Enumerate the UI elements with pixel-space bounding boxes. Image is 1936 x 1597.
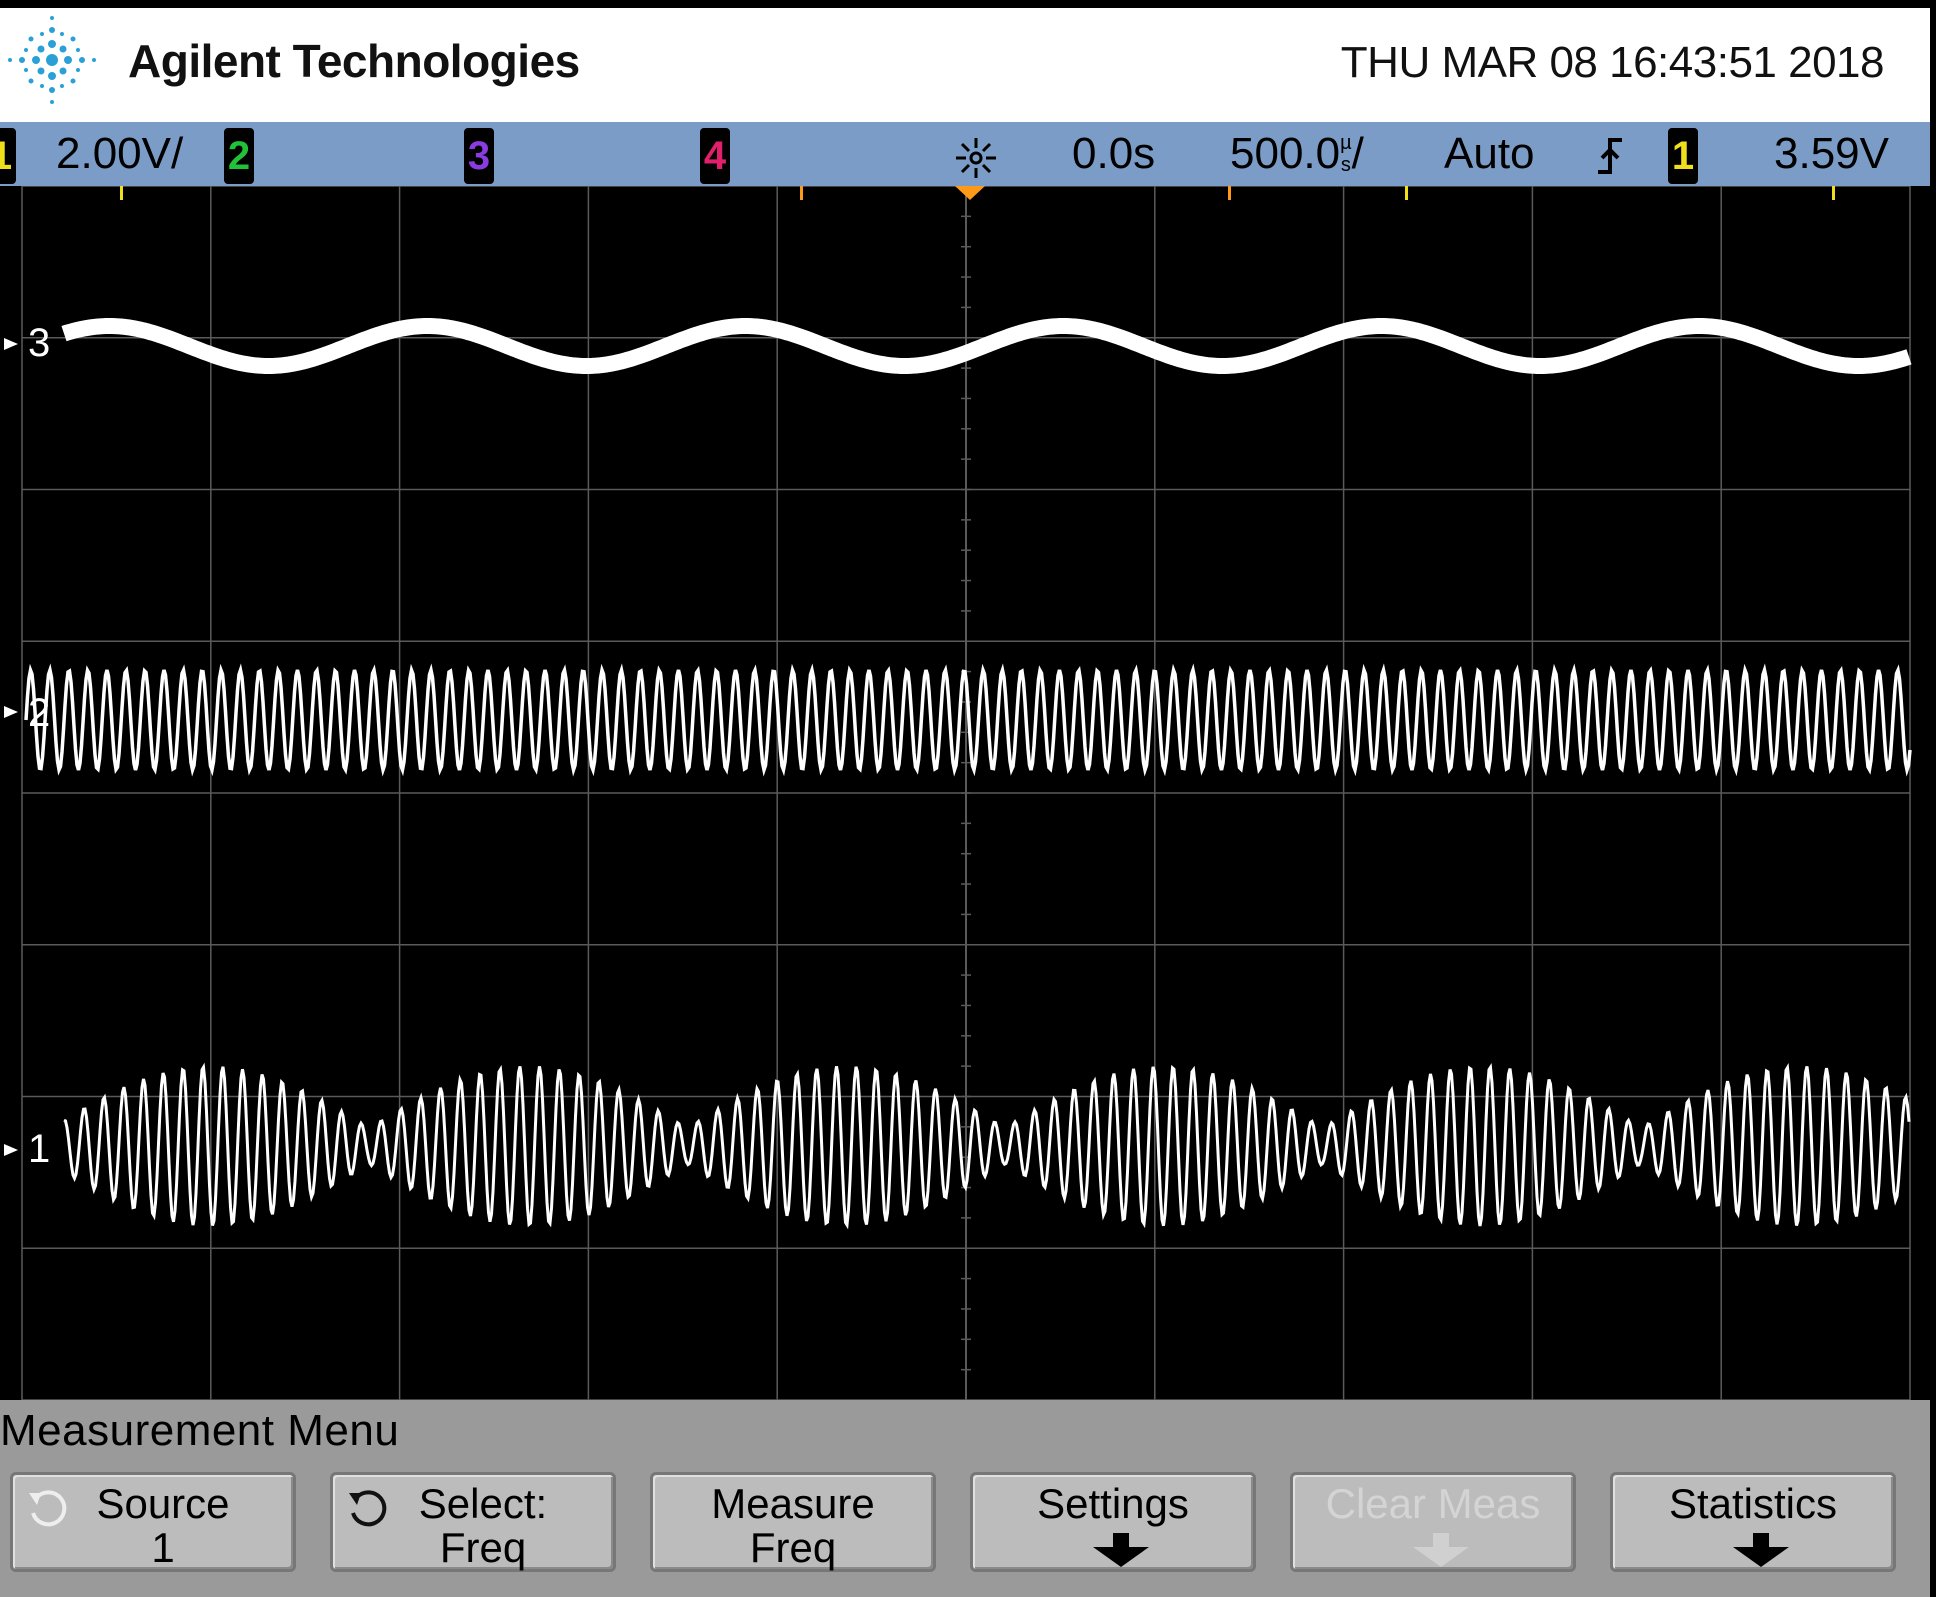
source-label: Source <box>96 1480 230 1527</box>
time-scale-value: 500.0 <box>1230 129 1341 178</box>
channel-1-ground-marker: 1 <box>4 1127 50 1171</box>
time-scale-unit: µs <box>1340 132 1352 176</box>
channel-3-ground-marker: 3 <box>4 321 50 365</box>
edge-marker <box>800 186 803 200</box>
settings-softkey[interactable]: Settings <box>970 1472 1256 1572</box>
source-value: 1 <box>151 1524 175 1571</box>
settings-label: Settings <box>1037 1480 1189 1527</box>
measure-softkey[interactable]: Measure Freq <box>650 1472 936 1572</box>
time-scale-suffix: / <box>1351 129 1364 178</box>
agilent-spark-logo-icon <box>8 16 96 104</box>
channel-3-trace <box>59 318 1914 374</box>
trigger-mode: Auto <box>1444 129 1535 178</box>
channel-2-ground-marker: 2 <box>4 691 50 735</box>
channel-2-marker: 2 <box>28 691 50 735</box>
edge-marker <box>120 186 123 200</box>
header-bar: Agilent Technologies THU MAR 08 16:43:51… <box>0 8 1930 122</box>
channel-3-badge[interactable]: 3 <box>464 128 494 184</box>
time-unit-seconds: s <box>1340 154 1351 176</box>
clear-meas-softkey[interactable]: Clear Meas <box>1290 1472 1576 1572</box>
edge-marker <box>1228 186 1231 200</box>
status-bar: 1 2.00V/ 2 3 4 0.0s 500.0µ s/ Auto 1 3.59… <box>0 122 1930 186</box>
statistics-softkey[interactable]: Statistics <box>1610 1472 1896 1572</box>
edge-marker <box>1832 186 1835 200</box>
down-arrow-icon <box>1733 1533 1789 1567</box>
trigger-position-marker <box>955 186 985 200</box>
down-arrow-icon <box>1093 1533 1149 1567</box>
channel-4-badge[interactable]: 4 <box>700 128 730 184</box>
waveform-screen: 3 2 1 <box>4 186 1914 1400</box>
run-status-icon <box>956 138 996 178</box>
select-value: Freq <box>439 1524 527 1571</box>
channel-2-trace <box>24 663 1912 777</box>
edge-marker <box>1405 186 1408 200</box>
trigger-level: 3.59V <box>1774 129 1889 178</box>
oscilloscope-display: Agilent Technologies THU MAR 08 16:43:51… <box>0 0 1936 1597</box>
brand-name: Agilent Technologies <box>128 35 580 87</box>
time-unit-prefix: µ <box>1340 132 1352 154</box>
date-time: THU MAR 08 16:43:51 2018 <box>1340 38 1885 87</box>
select-label: Select: <box>418 1480 548 1527</box>
channel-3-marker: 3 <box>28 321 50 365</box>
channel-1-scale: 2.00V/ <box>56 129 184 178</box>
time-offset: 0.0s <box>1072 129 1156 178</box>
select-softkey[interactable]: Select: Freq <box>330 1472 616 1572</box>
source-softkey[interactable]: Source 1 <box>10 1472 296 1572</box>
channel-1-trace <box>63 1062 1911 1230</box>
channel-1-marker: 1 <box>28 1127 50 1171</box>
measurement-menu: Measurement Menu Source 1 Select: Freq M… <box>0 1400 1930 1597</box>
statistics-label: Statistics <box>1668 1480 1838 1527</box>
menu-title: Measurement Menu <box>0 1406 400 1455</box>
channel-1-badge[interactable]: 1 <box>0 128 16 184</box>
down-arrow-icon <box>1413 1533 1469 1567</box>
measure-value: Freq <box>749 1524 837 1571</box>
time-scale: 500.0µ s/ <box>1230 130 1364 178</box>
measure-label: Measure <box>711 1480 875 1527</box>
clear-meas-label: Clear Meas <box>1325 1480 1541 1527</box>
channel-2-badge[interactable]: 2 <box>224 128 254 184</box>
trigger-source-badge[interactable]: 1 <box>1668 128 1698 184</box>
rising-edge-trigger-icon <box>1598 138 1622 174</box>
